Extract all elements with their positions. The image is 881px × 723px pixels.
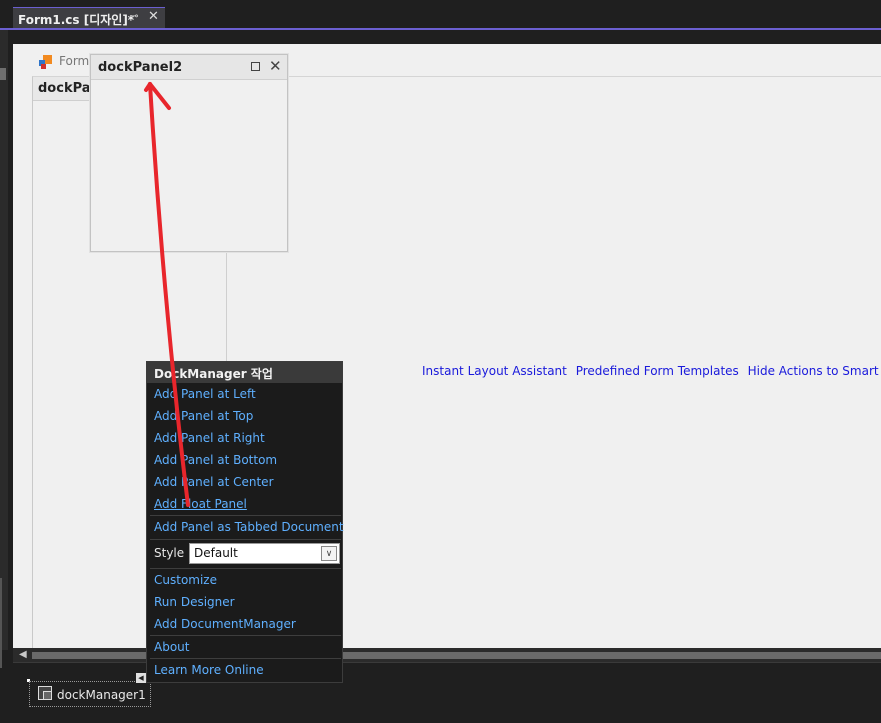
- menu-item-about[interactable]: About: [154, 640, 189, 654]
- side-scroll-indicator: [0, 578, 2, 668]
- tab-title: Form1.cs [디자인]*: [18, 13, 135, 27]
- close-icon[interactable]: ✕: [269, 57, 282, 75]
- left-tool-strip: [0, 30, 8, 668]
- menu-separator: [150, 658, 341, 659]
- style-dropdown[interactable]: Default ∨: [189, 543, 340, 564]
- designer-top-gap: [13, 30, 881, 44]
- hide-actions-link[interactable]: Hide Actions to Smart Tag: [748, 364, 881, 378]
- menu-separator: [150, 568, 341, 569]
- menu-separator: [150, 515, 341, 516]
- float-panel-title: dockPanel2: [98, 60, 183, 75]
- panel-splitter[interactable]: [226, 250, 227, 365]
- tab-form1-design[interactable]: Form1.cs [디자인]* ⊸ ✕: [13, 7, 165, 28]
- component-icon: [38, 686, 52, 700]
- tray-component-label: dockManager1: [57, 688, 146, 702]
- menu-separator: [150, 539, 341, 540]
- scroll-left-icon[interactable]: ◀: [19, 649, 27, 660]
- menu-item-customize[interactable]: Customize: [154, 573, 217, 587]
- menu-separator: [150, 635, 341, 636]
- toolbox-tab[interactable]: [0, 68, 6, 80]
- instant-layout-assistant-link[interactable]: Instant Layout Assistant: [422, 364, 567, 378]
- dockmanager-tasks-menu: DockManager 작업 Add Panel at Left Add Pan…: [146, 361, 344, 683]
- menu-title: DockManager 작업: [147, 362, 342, 383]
- menu-item-add-tabbed-document[interactable]: Add Panel as Tabbed Document: [154, 520, 344, 534]
- menu-item-run-designer[interactable]: Run Designer: [154, 595, 235, 609]
- menu-item-learn-more[interactable]: Learn More Online: [154, 663, 264, 677]
- menu-item-add-panel-top[interactable]: Add Panel at Top: [154, 409, 253, 423]
- chevron-down-icon[interactable]: ∨: [321, 546, 337, 561]
- predefined-form-templates-link[interactable]: Predefined Form Templates: [576, 364, 739, 378]
- dock-panel-1-header[interactable]: dockPanel1: [33, 77, 93, 101]
- menu-item-add-document-manager[interactable]: Add DocumentManager: [154, 617, 296, 631]
- style-label: Style: [154, 546, 185, 560]
- smart-tag-links: Instant Layout Assistant Predefined Form…: [422, 364, 881, 378]
- float-dock-panel[interactable]: dockPanel2 ✕: [90, 54, 288, 252]
- maximize-icon[interactable]: [251, 62, 260, 71]
- style-dropdown-value: Default: [194, 546, 238, 560]
- close-icon[interactable]: ✕: [148, 9, 159, 24]
- menu-item-add-panel-right[interactable]: Add Panel at Right: [154, 431, 265, 445]
- smart-tag-glyph-icon[interactable]: ◀: [136, 673, 146, 683]
- document-tab-bar: Form1.cs [디자인]* ⊸ ✕: [0, 0, 881, 30]
- menu-item-add-panel-bottom[interactable]: Add Panel at Bottom: [154, 453, 277, 467]
- menu-item-add-panel-center[interactable]: Add Panel at Center: [154, 475, 274, 489]
- form-icon: [39, 55, 52, 69]
- menu-item-add-panel-left[interactable]: Add Panel at Left: [154, 387, 256, 401]
- menu-item-add-float-panel[interactable]: Add Float Panel: [154, 497, 247, 511]
- pin-icon[interactable]: ⊸: [130, 11, 138, 22]
- float-panel-header[interactable]: dockPanel2 ✕: [91, 55, 287, 80]
